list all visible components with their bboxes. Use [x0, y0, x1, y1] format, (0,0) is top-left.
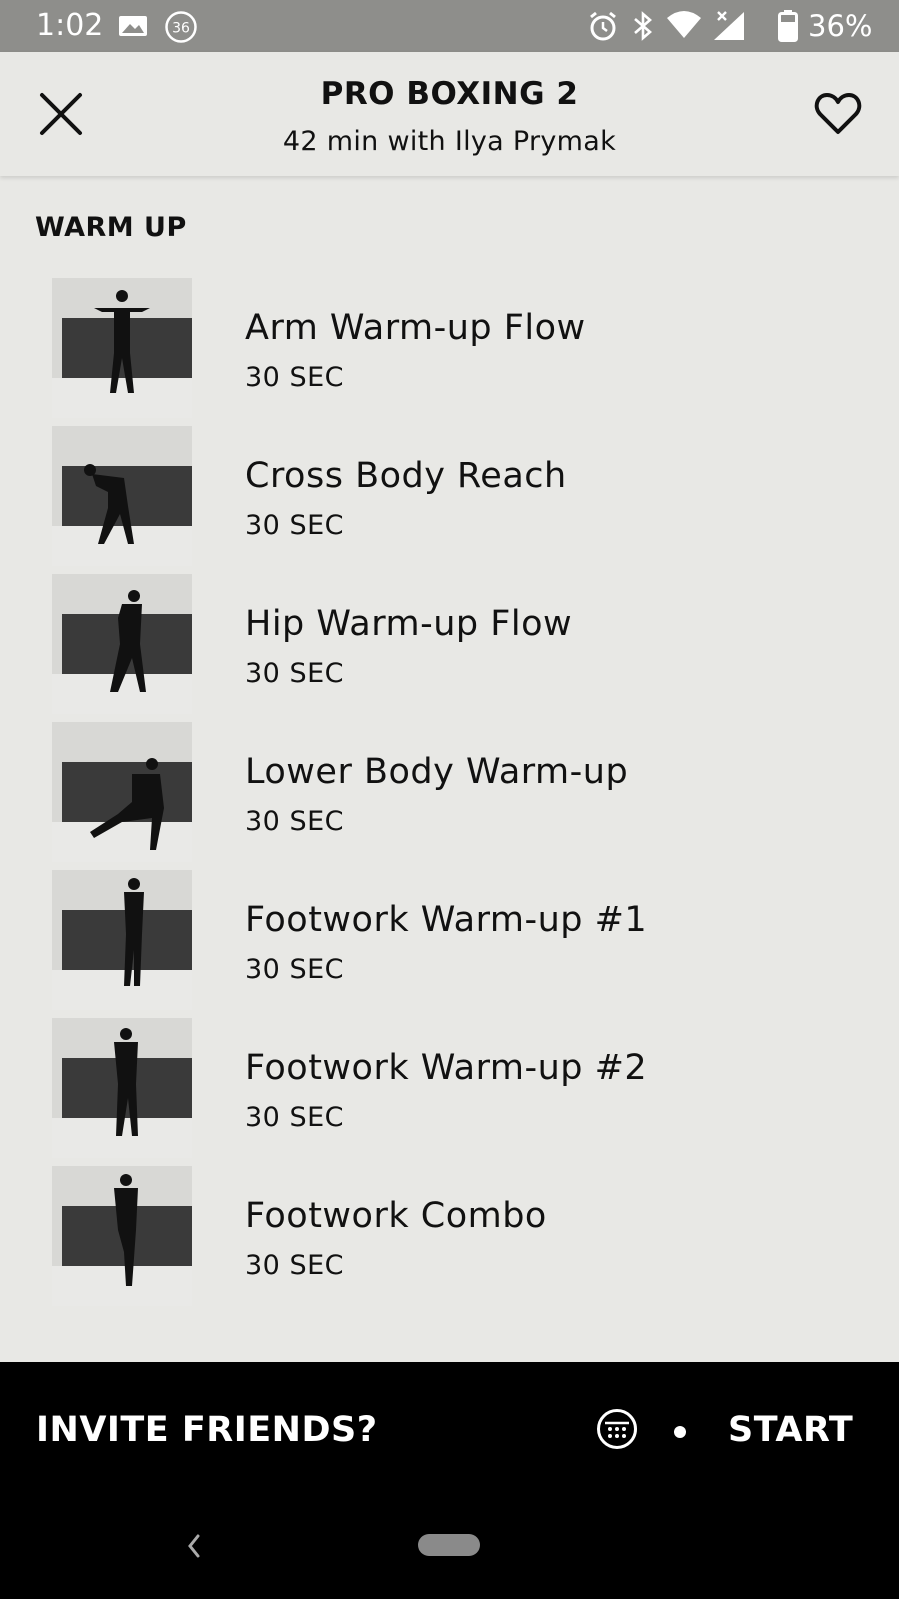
separator-dot [674, 1426, 686, 1438]
workout-header: PRO BOXING 2 42 min with Ilya Prymak [0, 52, 899, 176]
exercise-name: Footwork Warm-up #2 [245, 1048, 648, 1088]
exercise-name: Footwork Combo [245, 1196, 547, 1236]
start-button[interactable]: START [728, 1410, 853, 1450]
battery-icon [778, 10, 798, 46]
battery-percent: 36% [808, 9, 873, 43]
notification-count-icon: 36 [164, 10, 198, 48]
workout-title: PRO BOXING 2 [320, 76, 579, 112]
workout-subtitle: 42 min with Ilya Prymak [282, 126, 617, 157]
exercise-duration: 30 SEC [245, 510, 344, 541]
nav-home-pill[interactable] [418, 1534, 480, 1556]
exercise-thumbnail [52, 426, 192, 566]
exercise-duration: 30 SEC [245, 362, 344, 393]
exercise-thumbnail [52, 278, 192, 418]
exercise-duration: 30 SEC [245, 1250, 344, 1281]
exercise-row[interactable]: Footwork Warm-up #2 30 SEC [0, 1018, 899, 1166]
calendar-button[interactable] [596, 1408, 638, 1450]
image-icon [118, 14, 148, 42]
exercise-thumbnail [52, 722, 192, 862]
exercise-name: Cross Body Reach [245, 456, 567, 496]
back-chevron-icon [188, 1534, 200, 1558]
exercise-name: Arm Warm-up Flow [245, 308, 586, 348]
exercise-row[interactable]: Cross Body Reach 30 SEC [0, 426, 899, 574]
bottom-action-bar: INVITE FRIENDS? START [0, 1362, 899, 1599]
invite-friends-button[interactable]: INVITE FRIENDS? [36, 1410, 378, 1450]
alarm-icon [588, 10, 618, 46]
favorite-button[interactable] [814, 92, 862, 136]
exercise-thumbnail [52, 1166, 192, 1306]
exercise-thumbnail [52, 1018, 192, 1158]
exercise-duration: 30 SEC [245, 658, 344, 689]
calendar-icon [597, 1409, 637, 1449]
section-title-warm-up: WARM UP [35, 212, 187, 243]
exercise-row[interactable]: Lower Body Warm-up 30 SEC [0, 722, 899, 870]
exercise-row[interactable]: Arm Warm-up Flow 30 SEC [0, 278, 899, 426]
nav-back-button[interactable] [184, 1532, 204, 1560]
bluetooth-icon [632, 10, 654, 46]
exercise-thumbnail [52, 574, 192, 714]
heart-icon [814, 93, 862, 134]
exercise-row[interactable]: Hip Warm-up Flow 30 SEC [0, 574, 899, 722]
exercise-duration: 30 SEC [245, 1102, 344, 1133]
status-time: 1:02 [36, 8, 104, 43]
exercise-row[interactable]: Footwork Combo 30 SEC [0, 1166, 899, 1314]
exercise-list: Arm Warm-up Flow 30 SEC Cross Body Reach… [0, 278, 899, 1314]
notification-count: 36 [172, 21, 190, 37]
exercise-name: Footwork Warm-up #1 [245, 900, 648, 940]
exercise-name: Lower Body Warm-up [245, 752, 629, 792]
status-bar: 1:02 36 36% [0, 0, 899, 52]
exercise-duration: 30 SEC [245, 954, 344, 985]
exercise-thumbnail [52, 870, 192, 1010]
signal-icon [712, 10, 748, 46]
exercise-row[interactable]: Footwork Warm-up #1 30 SEC [0, 870, 899, 1018]
exercise-name: Hip Warm-up Flow [245, 604, 573, 644]
wifi-icon [666, 10, 702, 44]
exercise-duration: 30 SEC [245, 806, 344, 837]
